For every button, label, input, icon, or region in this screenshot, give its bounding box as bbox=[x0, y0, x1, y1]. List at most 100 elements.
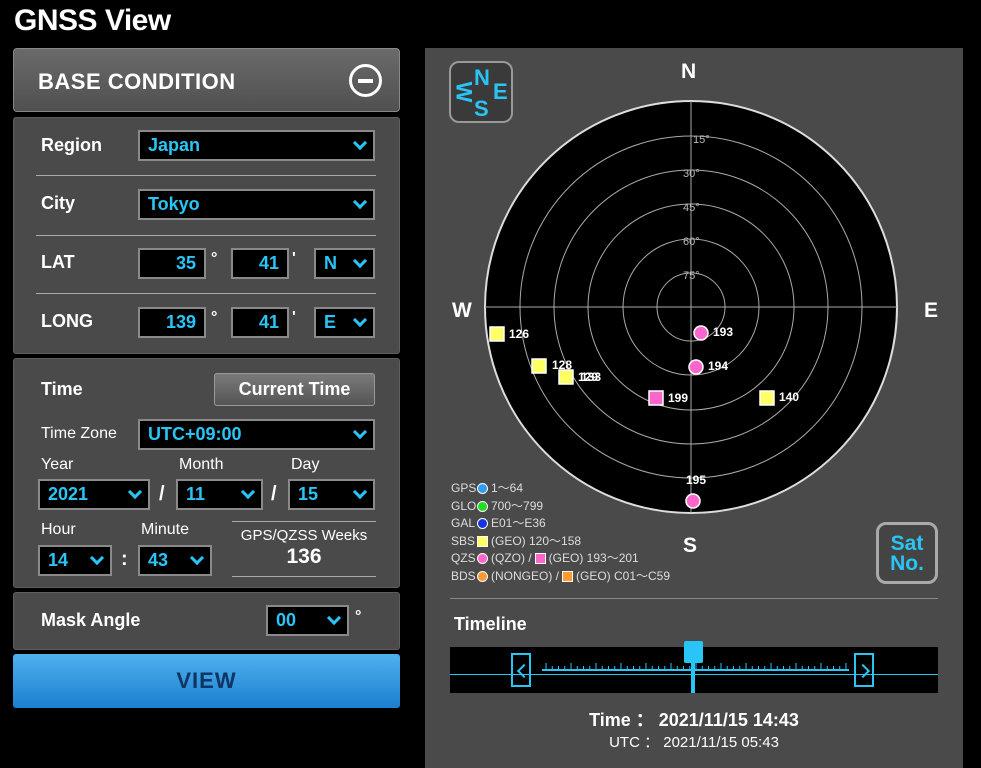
mask-angle-select[interactable]: 00 bbox=[266, 605, 349, 636]
month-select[interactable]: 11 bbox=[176, 479, 263, 510]
satellite-marker-sbs[interactable] bbox=[558, 369, 574, 385]
lat-direction-select[interactable]: N bbox=[314, 248, 375, 279]
minute-label: Minute bbox=[141, 521, 190, 538]
satellite-marker-sbs[interactable] bbox=[531, 358, 547, 374]
glonass-dot-icon bbox=[477, 500, 488, 512]
day-select[interactable]: 15 bbox=[288, 479, 375, 510]
satellite-marker-qzs-geo[interactable] bbox=[648, 390, 664, 406]
day-label: Day bbox=[291, 456, 320, 473]
satellite-marker-qzo[interactable] bbox=[693, 325, 709, 341]
timeline-track[interactable] bbox=[450, 641, 938, 693]
timeline-next-button[interactable] bbox=[854, 653, 874, 687]
year-value: 2021 bbox=[48, 484, 89, 504]
degree-mark: ° bbox=[211, 309, 218, 326]
lat-minute-input[interactable]: 41 bbox=[231, 248, 289, 279]
lat-label: LAT bbox=[41, 252, 75, 272]
minute-mark: ' bbox=[292, 250, 296, 267]
satellite-marker-qzo[interactable] bbox=[685, 493, 701, 509]
satellite-marker-sbs[interactable] bbox=[489, 326, 505, 342]
qzss-square-icon bbox=[534, 553, 546, 565]
date-separator: / bbox=[271, 483, 277, 505]
legend-text: (GEO) C01～C59 bbox=[576, 568, 671, 583]
elevation-label: 30° bbox=[683, 168, 700, 180]
sat-no-button[interactable]: Sat No. bbox=[876, 522, 938, 584]
view-button-label: VIEW bbox=[176, 668, 237, 693]
year-select[interactable]: 2021 bbox=[38, 479, 150, 510]
chevron-down-icon bbox=[352, 253, 368, 269]
satellite-marker-qzo[interactable] bbox=[688, 359, 704, 375]
timezone-select[interactable]: UTC+09:00 bbox=[138, 419, 375, 450]
lat-minute-value: 41 bbox=[258, 253, 279, 273]
hour-select[interactable]: 14 bbox=[38, 545, 112, 576]
divider bbox=[36, 175, 376, 176]
year-label: Year bbox=[41, 456, 74, 473]
mask-angle-value: 00 bbox=[276, 610, 297, 630]
timeline-prev-button[interactable] bbox=[511, 653, 531, 687]
long-degree-value: 139 bbox=[165, 312, 196, 332]
chevron-down-icon bbox=[352, 135, 368, 151]
base-condition-header[interactable]: BASE CONDITION bbox=[13, 48, 400, 112]
long-label: LONG bbox=[41, 311, 93, 331]
long-direction-select[interactable]: E bbox=[314, 307, 375, 338]
satellite-marker-sbs[interactable] bbox=[759, 390, 775, 406]
beidou-dot-icon bbox=[477, 570, 488, 582]
timeline-slider-stem[interactable] bbox=[691, 659, 695, 693]
elevation-label: 45° bbox=[683, 202, 700, 214]
divider bbox=[36, 235, 376, 236]
degree-mark: ° bbox=[355, 608, 362, 625]
chevron-down-icon bbox=[240, 484, 256, 500]
satellite-label: 199 bbox=[668, 391, 688, 405]
legend-text: (NONGEO) / bbox=[491, 568, 559, 583]
satellite-label: 140 bbox=[779, 390, 799, 404]
time-separator: : bbox=[121, 548, 128, 570]
chevron-down-icon bbox=[352, 424, 368, 440]
mask-angle-panel: Mask Angle 00 ° bbox=[13, 592, 400, 650]
galileo-dot-icon bbox=[477, 518, 488, 530]
long-minute-value: 41 bbox=[258, 312, 279, 332]
view-button[interactable]: VIEW bbox=[13, 654, 400, 708]
legend-row-glo: GLO 700～799 bbox=[451, 498, 670, 516]
satellite-label: 193 bbox=[713, 325, 733, 339]
collapse-icon[interactable] bbox=[349, 64, 382, 97]
legend-code: GLO bbox=[451, 498, 477, 513]
timezone-label: Time Zone bbox=[41, 425, 117, 442]
legend-code: BDS bbox=[451, 568, 476, 583]
gps-dot-icon bbox=[477, 483, 488, 495]
satellite-label: 194 bbox=[708, 359, 728, 373]
month-value: 11 bbox=[186, 484, 206, 504]
legend-code: GAL bbox=[451, 516, 476, 530]
hour-label: Hour bbox=[41, 521, 76, 538]
minute-mark: ' bbox=[292, 309, 296, 326]
long-minute-input[interactable]: 41 bbox=[231, 307, 289, 338]
city-value: Tokyo bbox=[148, 194, 200, 214]
lat-degree-value: 35 bbox=[175, 253, 196, 273]
gps-weeks-value: 136 bbox=[286, 545, 322, 568]
region-label: Region bbox=[41, 135, 102, 155]
long-degree-input[interactable]: 139 bbox=[138, 307, 206, 338]
legend-row-sbs: SBS (GEO) 120～158 bbox=[451, 533, 670, 551]
region-select[interactable]: Japan bbox=[138, 130, 375, 161]
chevron-down-icon bbox=[326, 610, 342, 626]
sat-no-label-1: Sat bbox=[890, 532, 924, 555]
beidou-square-icon bbox=[562, 570, 573, 582]
current-time-button[interactable]: Current Time bbox=[214, 373, 375, 406]
day-value: 15 bbox=[298, 484, 319, 504]
gps-weeks-label: GPS/QZSS Weeks bbox=[240, 527, 368, 544]
utc-time-display: UTC ： 2021/11/15 05:43 bbox=[609, 734, 779, 751]
month-label: Month bbox=[179, 456, 224, 473]
sat-no-label-2: No. bbox=[890, 552, 924, 575]
mask-angle-label: Mask Angle bbox=[41, 610, 141, 630]
gps-weeks-display: GPS/QZSS Weeks 136 bbox=[232, 521, 376, 577]
lat-degree-input[interactable]: 35 bbox=[138, 248, 206, 279]
timeline-label: Timeline bbox=[454, 614, 527, 634]
city-select[interactable]: Tokyo bbox=[138, 189, 375, 220]
degree-mark: ° bbox=[211, 250, 218, 267]
legend-row-bds: BDS (NONGEO) / (GEO) C01～C59 bbox=[451, 568, 670, 586]
minute-select[interactable]: 43 bbox=[138, 545, 212, 576]
legend-row-gps: GPS 1～64 bbox=[451, 480, 670, 498]
elevation-label: 15° bbox=[693, 134, 710, 146]
hour-value: 14 bbox=[48, 550, 69, 570]
elevation-label: 60° bbox=[683, 236, 700, 248]
city-label: City bbox=[41, 193, 76, 213]
timezone-value: UTC+09:00 bbox=[148, 424, 242, 444]
